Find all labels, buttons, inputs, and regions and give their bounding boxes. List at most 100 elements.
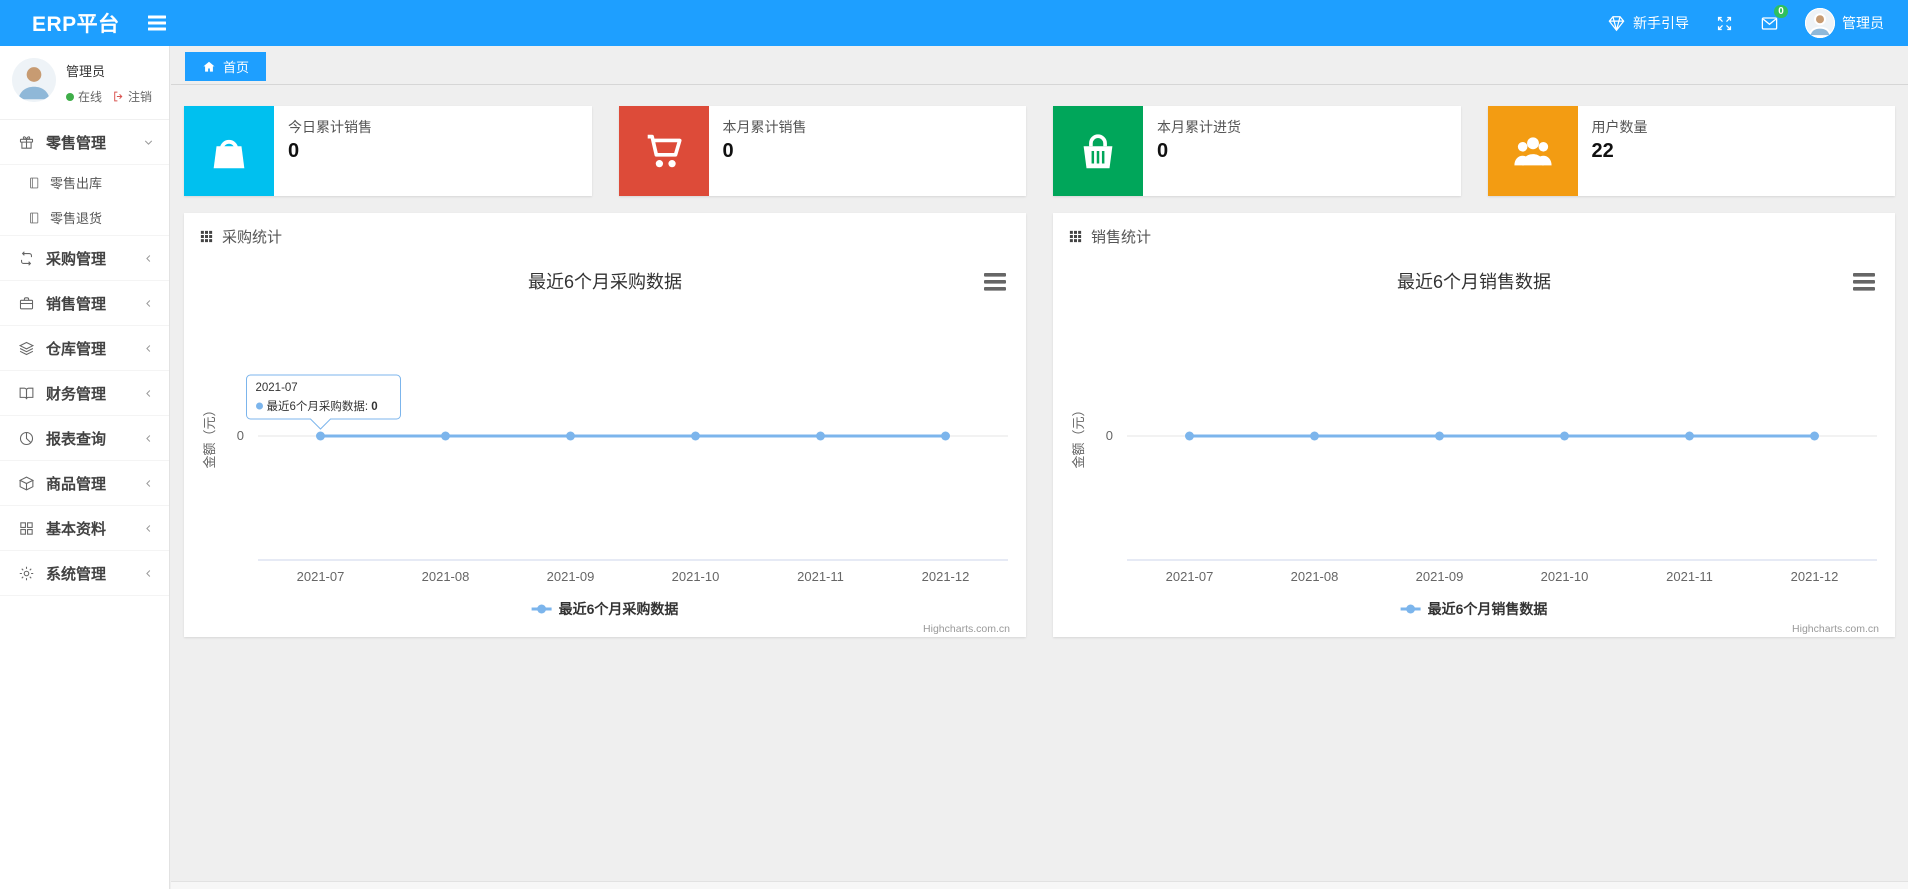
- online-status-label: 在线: [78, 90, 103, 104]
- layers-icon: [18, 340, 35, 357]
- sidebar-item-6[interactable]: 商品管理: [0, 461, 169, 506]
- sidebar-item-3[interactable]: 仓库管理: [0, 326, 169, 371]
- stat-card-label: 用户数量: [1591, 119, 1648, 135]
- logout-link[interactable]: 注销: [112, 88, 152, 105]
- sidebar-subitem[interactable]: 零售出库: [0, 165, 169, 200]
- chevron-left-icon: [142, 477, 155, 490]
- sidebar-menu: 零售管理零售出库零售退货采购管理销售管理仓库管理 财务管理报表查询商品管理 基本资料…: [0, 119, 169, 596]
- svg-text:最近6个月采购数据: 最近6个月采购数据: [559, 601, 679, 617]
- sidebar-item-8[interactable]: 系统管理: [0, 551, 169, 596]
- sidebar-subitem[interactable]: 零售退货: [0, 200, 169, 235]
- data-point[interactable]: [816, 431, 825, 441]
- box-icon: [18, 475, 35, 492]
- data-point[interactable]: [1685, 431, 1694, 441]
- svg-text:最近6个月采购数据: 0: 最近6个月采购数据: 0: [267, 399, 378, 413]
- chevron-down-icon: [142, 136, 155, 149]
- chart-credits[interactable]: Highcharts.com.cn: [1792, 623, 1879, 635]
- stat-card-value: 0: [288, 140, 300, 162]
- diamond-icon: [1608, 15, 1625, 31]
- sign-out-icon: [114, 91, 123, 102]
- stat-card-value: 0: [722, 140, 734, 162]
- bag-icon: [184, 106, 274, 196]
- chevron-left-icon: [142, 522, 155, 535]
- tab-home[interactable]: 首页: [185, 52, 267, 81]
- data-point[interactable]: [1435, 431, 1444, 441]
- sidebar-item-0[interactable]: 零售管理: [0, 120, 169, 165]
- stat-card-0[interactable]: 今日累计销售 0: [184, 106, 592, 196]
- book-icon: [27, 211, 41, 225]
- legend-item[interactable]: 最近6个月销售数据: [1400, 601, 1548, 617]
- x-tick-label: 2021-08: [422, 569, 470, 584]
- stat-card-label: 本月累计销售: [722, 119, 807, 135]
- tab-bar: 首页: [171, 46, 1908, 85]
- data-point[interactable]: [1310, 431, 1319, 441]
- stat-card-1[interactable]: 本月累计销售 0: [618, 106, 1026, 196]
- fullscreen-button[interactable]: [1715, 14, 1734, 33]
- stat-card-2[interactable]: 本月累计进货 0: [1053, 106, 1461, 196]
- chart-tooltip: 2021-07 最近6个月采购数据: 0: [246, 374, 401, 430]
- grid-icon: [199, 229, 214, 244]
- sidebar-item-label: 销售管理: [46, 295, 107, 313]
- data-point[interactable]: [1810, 431, 1819, 441]
- chevron-left-icon: [142, 432, 155, 445]
- sidebar-toggle-icon[interactable]: [146, 12, 168, 34]
- x-tick-label: 2021-09: [547, 569, 595, 584]
- sidebar-item-5[interactable]: 报表查询: [0, 416, 169, 461]
- x-tick-label: 2021-07: [1166, 569, 1214, 584]
- purchase-stats-panel: 采购统计 最近6个月采购数据 金额（元） 0 2021-07 2021-08 2021-0…: [184, 213, 1026, 637]
- y-tick-label: 0: [237, 428, 244, 443]
- sales-chart: 最近6个月销售数据金额（元） 02021-07 2021-08 2021-09 2021…: [1071, 272, 1879, 635]
- grid-icon: [1068, 229, 1083, 244]
- sidebar-item-2[interactable]: 销售管理: [0, 281, 169, 326]
- x-tick-label: 2021-11: [1666, 569, 1713, 584]
- online-status-dot: [66, 92, 74, 101]
- sidebar-subitem-label: 零售退货: [50, 211, 103, 226]
- x-tick-label: 2021-11: [797, 569, 844, 584]
- x-tick-label: 2021-10: [1541, 569, 1589, 584]
- chart-title: 最近6个月采购数据: [528, 272, 682, 292]
- sidebar-item-7[interactable]: 基本资料: [0, 506, 169, 551]
- chart-context-menu-icon[interactable]: [1853, 273, 1875, 291]
- sidebar-item-label: 零售管理: [46, 134, 107, 152]
- sidebar-item-label: 系统管理: [46, 565, 107, 583]
- user-menu[interactable]: 管理员: [1805, 8, 1884, 38]
- avatar: [12, 58, 56, 102]
- loop-icon: [18, 250, 35, 267]
- stat-card-3[interactable]: 用户数量 22: [1487, 106, 1895, 196]
- chart-context-menu-icon[interactable]: [984, 273, 1006, 291]
- messages-badge: 0: [1774, 4, 1788, 18]
- sidebar-user-name: 管理员: [66, 64, 106, 79]
- sidebar-item-4[interactable]: 财务管理: [0, 371, 169, 416]
- y-tick-label: 0: [1106, 428, 1113, 443]
- data-point[interactable]: [566, 431, 575, 441]
- data-point[interactable]: [316, 431, 325, 441]
- chart-title: 最近6个月销售数据: [1397, 272, 1551, 292]
- user-name: 管理员: [1842, 15, 1884, 31]
- sales-stats-panel: 销售统计 最近6个月销售数据 金额（元） 0 2021-07 2021-08 2021-0…: [1053, 213, 1895, 637]
- chart-credits[interactable]: Highcharts.com.cn: [923, 623, 1010, 635]
- home-icon: [203, 61, 215, 72]
- svg-text:2021-07: 2021-07: [256, 382, 298, 394]
- sidebar-item-1[interactable]: 采购管理: [0, 236, 169, 281]
- data-point[interactable]: [1560, 431, 1569, 441]
- top-navbar: ERP平台 新手引导 0 管理员: [0, 0, 1908, 46]
- stat-cards-row: 今日累计销售 0 本月累计销售 0 本月累计进货 0 用户数量 22: [184, 106, 1895, 196]
- data-point[interactable]: [941, 431, 950, 441]
- data-point[interactable]: [691, 431, 700, 441]
- guide-label: 新手引导: [1633, 15, 1689, 31]
- stat-card-label: 今日累计销售: [288, 119, 372, 135]
- x-tick-label: 2021-12: [922, 569, 970, 584]
- dashboard-content: 今日累计销售 0 本月累计销售 0 本月累计进货 0 用户数量 22 采购统计 最近6个月采购…: [171, 85, 1908, 637]
- sidebar-subitem-label: 零售出库: [50, 176, 103, 191]
- chevron-left-icon: [142, 252, 155, 265]
- book-icon: [27, 176, 41, 190]
- data-point[interactable]: [441, 431, 450, 441]
- sidebar-submenu: 零售出库 零售退货: [0, 165, 169, 236]
- messages-button[interactable]: 0: [1760, 4, 1788, 33]
- guide-button[interactable]: 新手引导: [1607, 13, 1689, 33]
- data-point[interactable]: [1185, 431, 1194, 441]
- cart-icon: [618, 106, 709, 196]
- purchase-chart: 最近6个月采购数据金额（元） 02021-07 2021-08 2021-09 2021…: [202, 272, 1010, 635]
- legend-item[interactable]: 最近6个月采购数据: [531, 601, 679, 617]
- sidebar-item-label: 报表查询: [46, 430, 107, 448]
